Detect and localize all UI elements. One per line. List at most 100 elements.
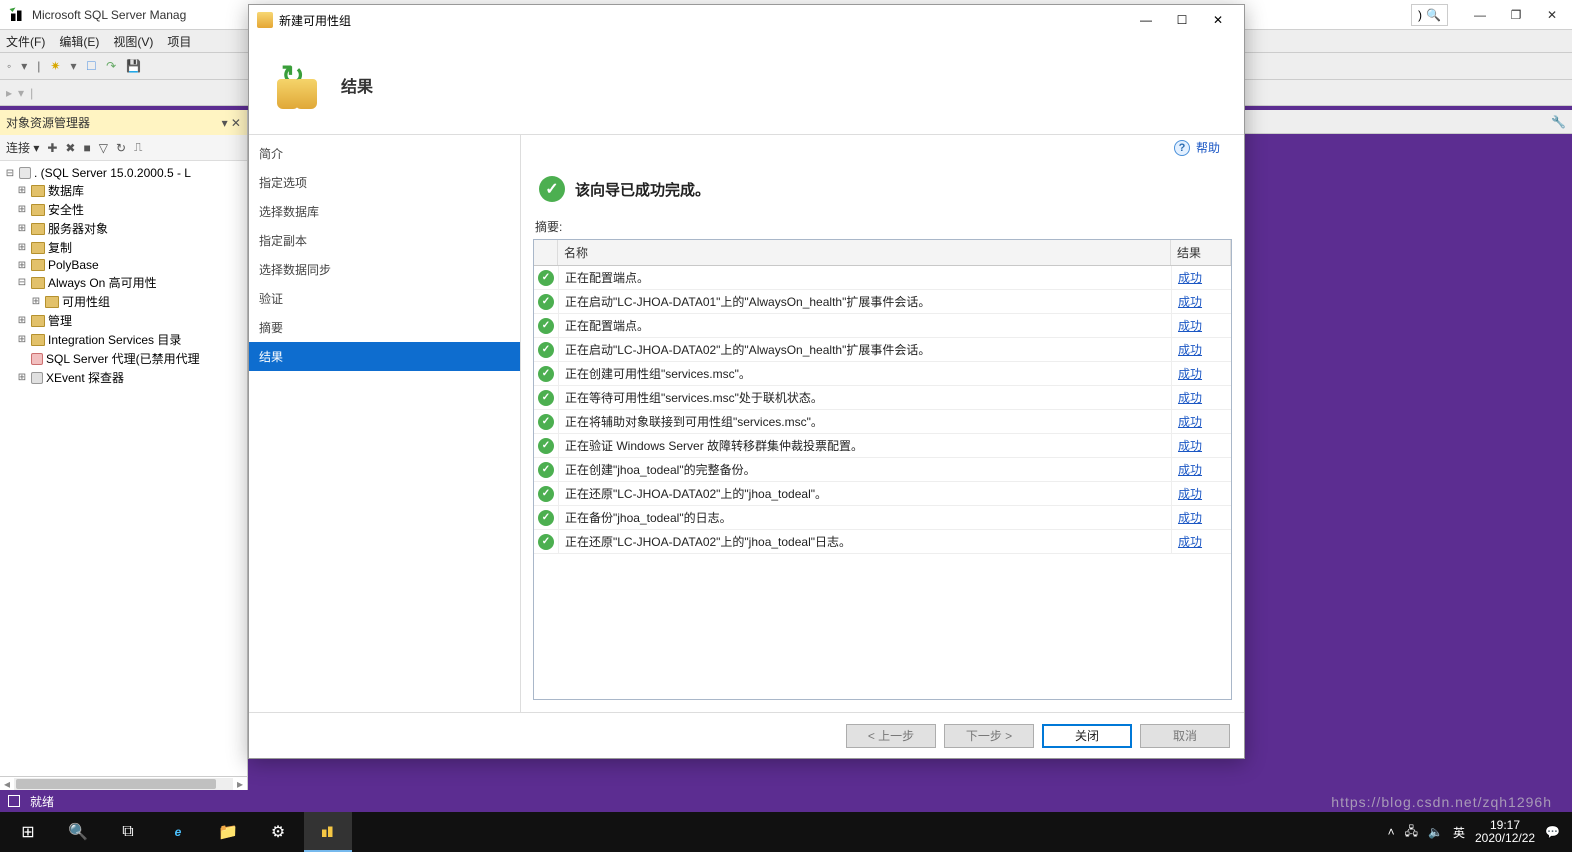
expand-icon[interactable]: ⊞: [16, 242, 28, 253]
close-wizard-button[interactable]: 关闭: [1042, 724, 1132, 748]
grid-row[interactable]: ✓正在还原"LC-JHOA-DATA02"上的"jhoa_todeal"日志。成…: [534, 530, 1231, 554]
connect-dropdown[interactable]: 连接 ▾: [6, 139, 39, 156]
help-link[interactable]: 帮助: [1196, 139, 1220, 156]
settings-button[interactable]: ⚙: [254, 812, 302, 852]
success-link[interactable]: 成功: [1178, 271, 1202, 285]
menu-edit[interactable]: 编辑(E): [59, 33, 99, 50]
nav-select-db[interactable]: 选择数据库: [249, 197, 520, 226]
ssms-taskbar-button[interactable]: [304, 812, 352, 852]
nav-summary[interactable]: 摘要: [249, 313, 520, 342]
tree-replication[interactable]: ⊞复制: [2, 238, 245, 257]
success-link[interactable]: 成功: [1178, 367, 1202, 381]
success-link[interactable]: 成功: [1178, 295, 1202, 309]
menu-view[interactable]: 视图(V): [113, 33, 153, 50]
grid-row[interactable]: ✓正在启动"LC-JHOA-DATA02"上的"AlwaysOn_health"…: [534, 338, 1231, 362]
dialog-close-button[interactable]: ✕: [1200, 8, 1236, 32]
tray-ime[interactable]: 英: [1453, 824, 1465, 841]
tb-new-icon[interactable]: ✷: [47, 57, 63, 75]
success-link[interactable]: 成功: [1178, 439, 1202, 453]
refresh-icon[interactable]: ↻: [116, 141, 126, 155]
expand-icon[interactable]: ⊞: [16, 260, 28, 271]
tree-agent[interactable]: SQL Server 代理(已禁用代理: [2, 349, 245, 368]
close-button[interactable]: ✕: [1540, 8, 1564, 22]
tree-integration[interactable]: ⊞Integration Services 目录: [2, 330, 245, 349]
nav-datasync[interactable]: 选择数据同步: [249, 255, 520, 284]
tray-clock[interactable]: 19:17 2020/12/22: [1475, 819, 1535, 845]
tray-volume-icon[interactable]: 🔈: [1428, 825, 1443, 839]
collapse-icon[interactable]: ⊟: [4, 168, 16, 179]
grid-row[interactable]: ✓正在创建可用性组"services.msc"。成功: [534, 362, 1231, 386]
tree-alwayson[interactable]: ⊟Always On 高可用性: [2, 273, 245, 292]
ie-button[interactable]: e: [154, 812, 202, 852]
nav-results[interactable]: 结果: [249, 342, 520, 371]
tray-network-icon[interactable]: 🖧: [1405, 822, 1418, 843]
connect-icon[interactable]: ✚: [47, 141, 57, 155]
nav-options[interactable]: 指定选项: [249, 168, 520, 197]
taskview-button[interactable]: ⧉: [104, 812, 152, 852]
expand-icon[interactable]: ⊞: [16, 334, 28, 345]
tb-open-icon[interactable]: 🞎: [84, 57, 100, 76]
dialog-title-bar[interactable]: 新建可用性组 — ☐ ✕: [249, 5, 1244, 35]
scroll-track[interactable]: [14, 778, 233, 790]
menu-project[interactable]: 项目: [167, 33, 191, 50]
expand-icon[interactable]: ⊞: [16, 185, 28, 196]
tree-management[interactable]: ⊞管理: [2, 311, 245, 330]
grid-row[interactable]: ✓正在备份"jhoa_todeal"的日志。成功: [534, 506, 1231, 530]
tb-back-icon[interactable]: ◦: [4, 57, 14, 75]
tree-security[interactable]: ⊞安全性: [2, 200, 245, 219]
collapse-icon[interactable]: ⊟: [16, 277, 28, 288]
help-icon[interactable]: ?: [1174, 140, 1190, 156]
scroll-thumb[interactable]: [16, 779, 216, 789]
tb-saveall-icon[interactable]: 💾: [123, 57, 144, 75]
tray-chevron-icon[interactable]: ˄: [1388, 825, 1395, 839]
success-link[interactable]: 成功: [1178, 391, 1202, 405]
scroll-right-icon[interactable]: ▸: [233, 777, 247, 791]
grid-row[interactable]: ✓正在创建"jhoa_todeal"的完整备份。成功: [534, 458, 1231, 482]
tree-availability-groups[interactable]: ⊞可用性组: [2, 292, 245, 311]
object-tree[interactable]: ⊟. (SQL Server 15.0.2000.5 - L ⊞数据库 ⊞安全性…: [0, 161, 247, 776]
expand-icon[interactable]: ⊞: [16, 372, 28, 383]
tree-server-node[interactable]: ⊟. (SQL Server 15.0.2000.5 - L: [2, 165, 245, 181]
tb-save-icon[interactable]: ↷: [103, 57, 119, 75]
tree-databases[interactable]: ⊞数据库: [2, 181, 245, 200]
tray-notifications-icon[interactable]: 💬: [1545, 825, 1560, 839]
tb-fwd-icon[interactable]: ▾: [18, 57, 30, 75]
horizontal-scrollbar[interactable]: ◂ ▸: [0, 776, 247, 790]
stop-icon[interactable]: ■: [83, 141, 90, 155]
tb-drop-icon[interactable]: ▾: [67, 57, 79, 75]
grid-row[interactable]: ✓正在启动"LC-JHOA-DATA01"上的"AlwaysOn_health"…: [534, 290, 1231, 314]
maximize-button[interactable]: ❐: [1504, 8, 1528, 22]
nav-intro[interactable]: 简介: [249, 139, 520, 168]
success-link[interactable]: 成功: [1178, 535, 1202, 549]
wrench-icon[interactable]: 🔧: [1551, 115, 1566, 129]
nav-replica[interactable]: 指定副本: [249, 226, 520, 255]
dialog-maximize-button[interactable]: ☐: [1164, 8, 1200, 32]
filter-icon[interactable]: ▽: [99, 141, 108, 155]
explorer-button[interactable]: 📁: [204, 812, 252, 852]
disconnect-icon[interactable]: ✖: [65, 141, 75, 155]
pulse-icon[interactable]: ⎍: [134, 140, 142, 155]
menu-file[interactable]: 文件(F): [6, 33, 45, 50]
scroll-left-icon[interactable]: ◂: [0, 777, 14, 791]
search-button[interactable]: 🔍: [54, 812, 102, 852]
grid-row[interactable]: ✓正在配置端点。成功: [534, 314, 1231, 338]
start-button[interactable]: ⊞: [4, 812, 52, 852]
pin-icon[interactable]: ▾ ✕: [222, 116, 241, 130]
expand-icon[interactable]: ⊞: [16, 223, 28, 234]
success-link[interactable]: 成功: [1178, 343, 1202, 357]
grid-row[interactable]: ✓正在验证 Windows Server 故障转移群集仲裁投票配置。成功: [534, 434, 1231, 458]
expand-icon[interactable]: ⊞: [16, 204, 28, 215]
success-link[interactable]: 成功: [1178, 319, 1202, 333]
quick-launch[interactable]: ) 🔍: [1411, 4, 1448, 26]
nav-validate[interactable]: 验证: [249, 284, 520, 313]
dialog-minimize-button[interactable]: —: [1128, 8, 1164, 32]
minimize-button[interactable]: —: [1468, 8, 1492, 22]
tree-server-objects[interactable]: ⊞服务器对象: [2, 219, 245, 238]
grid-row[interactable]: ✓正在等待可用性组"services.msc"处于联机状态。成功: [534, 386, 1231, 410]
tree-xevent[interactable]: ⊞XEvent 探查器: [2, 368, 245, 387]
grid-row[interactable]: ✓正在配置端点。成功: [534, 266, 1231, 290]
success-link[interactable]: 成功: [1178, 463, 1202, 477]
success-link[interactable]: 成功: [1178, 415, 1202, 429]
results-grid[interactable]: 名称 结果 ✓正在配置端点。成功✓正在启动"LC-JHOA-DATA01"上的"…: [533, 239, 1232, 700]
expand-icon[interactable]: ⊞: [30, 296, 42, 307]
